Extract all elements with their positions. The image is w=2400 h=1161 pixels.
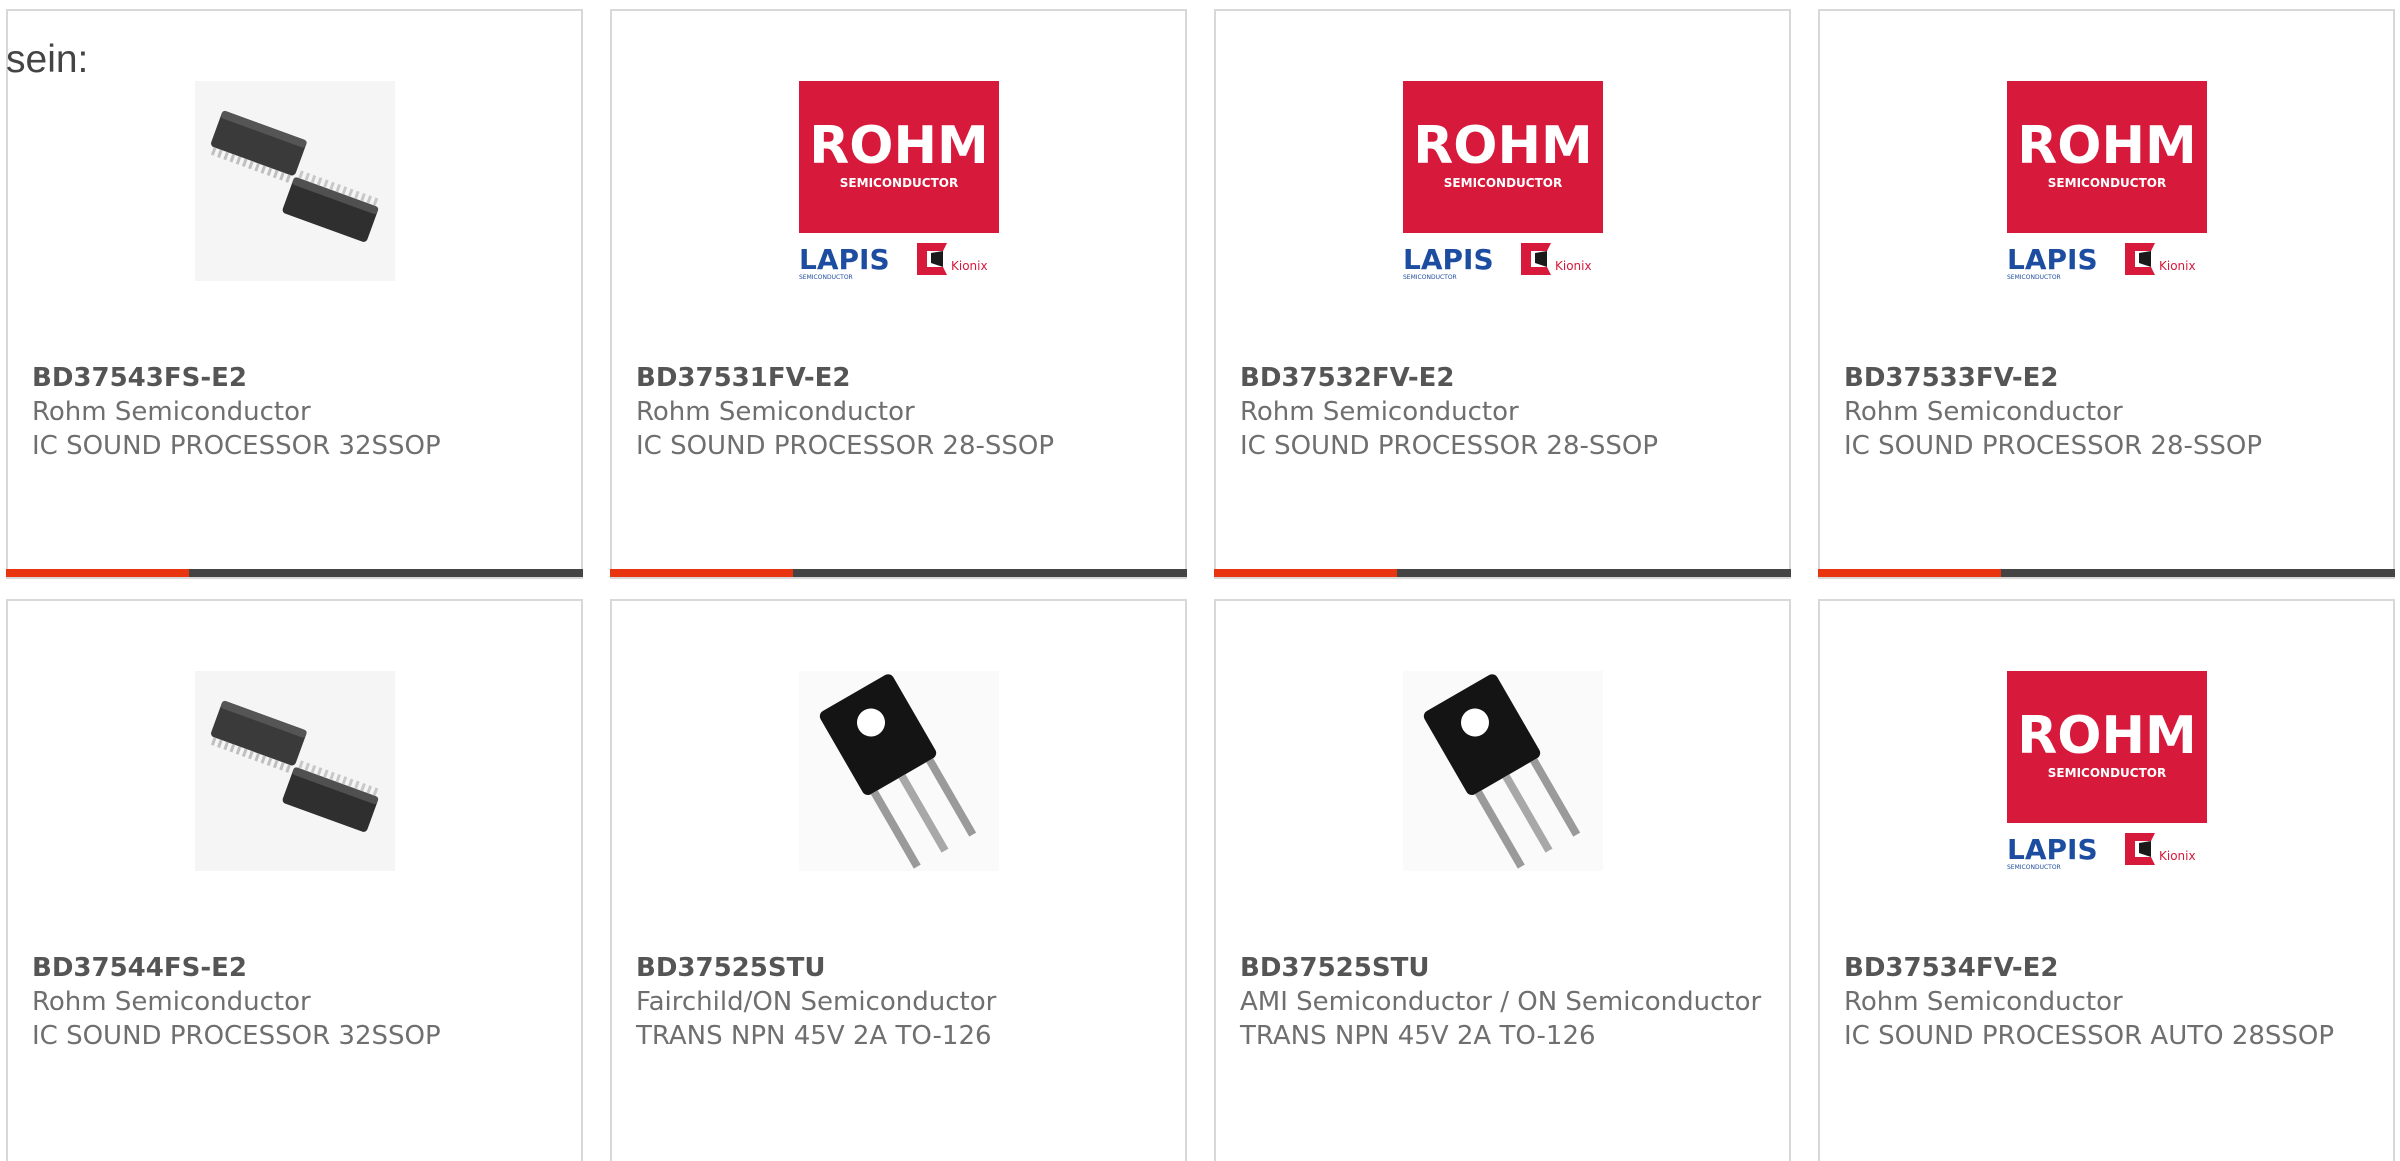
svg-text:Kionix: Kionix — [1555, 259, 1592, 273]
product-info: BD37534FV-E2 Rohm Semiconductor IC SOUND… — [1844, 951, 2373, 1053]
manufacturer: Fairchild/ON Semiconductor — [636, 987, 997, 1017]
card-bar-accent — [1818, 569, 2001, 577]
card-bar — [1214, 569, 1791, 577]
card-bar-accent — [6, 569, 189, 577]
svg-text:LAPIS: LAPIS — [2007, 833, 2098, 866]
part-number[interactable]: BD37543FS-E2 — [32, 361, 561, 395]
card-bar-accent — [1214, 569, 1397, 577]
product-card[interactable]: BD37525STU Fairchild/ON Semiconductor TR… — [610, 599, 1187, 1161]
svg-text:SEMICONDUCTOR: SEMICONDUCTOR — [1443, 176, 1561, 190]
manufacturer: Rohm Semiconductor — [32, 987, 311, 1017]
product-card[interactable]: ROHM SEMICONDUCTOR LAPIS SEMICONDUCTOR K… — [610, 9, 1187, 579]
manufacturer: Rohm Semiconductor — [636, 397, 915, 427]
product-info: BD37543FS-E2 Rohm Semiconductor IC SOUND… — [32, 361, 561, 463]
description: IC SOUND PROCESSOR 28-SSOP — [636, 431, 1055, 461]
product-info: BD37544FS-E2 Rohm Semiconductor IC SOUND… — [32, 951, 561, 1053]
description: IC SOUND PROCESSOR AUTO 28SSOP — [1844, 1021, 2335, 1051]
rohm-logo: ROHM SEMICONDUCTOR LAPIS SEMICONDUCTOR K… — [2006, 81, 2207, 281]
svg-text:SEMICONDUCTOR: SEMICONDUCTOR — [1403, 274, 1457, 281]
svg-text:LAPIS: LAPIS — [799, 243, 890, 276]
product-card[interactable]: BD37544FS-E2 Rohm Semiconductor IC SOUND… — [6, 599, 583, 1161]
ssop-chip-icon — [194, 671, 395, 871]
description: TRANS NPN 45V 2A TO-126 — [636, 1021, 992, 1051]
intro-text: sein: — [6, 38, 89, 81]
manufacturer: Rohm Semiconductor — [1240, 397, 1519, 427]
rohm-logo: ROHM SEMICONDUCTOR LAPIS SEMICONDUCTOR K… — [2006, 671, 2207, 871]
rohm-logo: ROHM SEMICONDUCTOR LAPIS SEMICONDUCTOR K… — [1402, 81, 1603, 281]
svg-text:Kionix: Kionix — [2159, 849, 2196, 863]
part-number[interactable]: BD37525STU — [1240, 951, 1769, 985]
svg-text:SEMICONDUCTOR: SEMICONDUCTOR — [2007, 274, 2061, 281]
description: TRANS NPN 45V 2A TO-126 — [1240, 1021, 1596, 1051]
manufacturer: AMI Semiconductor / ON Semiconductor — [1240, 987, 1762, 1017]
description: IC SOUND PROCESSOR 28-SSOP — [1844, 431, 2263, 461]
product-info: BD37525STU AMI Semiconductor / ON Semico… — [1240, 951, 1769, 1053]
description: IC SOUND PROCESSOR 32SSOP — [32, 1021, 441, 1051]
manufacturer: Rohm Semiconductor — [1844, 987, 2123, 1017]
svg-text:ROHM: ROHM — [809, 116, 989, 176]
svg-text:SEMICONDUCTOR: SEMICONDUCTOR — [2047, 766, 2165, 780]
product-card[interactable]: BD37525STU AMI Semiconductor / ON Semico… — [1214, 599, 1791, 1161]
product-card[interactable]: ROHM SEMICONDUCTOR LAPIS SEMICONDUCTOR K… — [1818, 599, 2395, 1161]
product-card[interactable]: ROHM SEMICONDUCTOR LAPIS SEMICONDUCTOR K… — [1214, 9, 1791, 579]
part-number[interactable]: BD37534FV-E2 — [1844, 951, 2373, 985]
svg-text:SEMICONDUCTOR: SEMICONDUCTOR — [839, 176, 957, 190]
product-info: BD37532FV-E2 Rohm Semiconductor IC SOUND… — [1240, 361, 1769, 463]
card-bar-accent — [610, 569, 793, 577]
svg-text:Kionix: Kionix — [951, 259, 988, 273]
svg-text:ROHM: ROHM — [1413, 116, 1593, 176]
svg-text:LAPIS: LAPIS — [2007, 243, 2098, 276]
manufacturer: Rohm Semiconductor — [32, 397, 311, 427]
svg-text:ROHM: ROHM — [2017, 116, 2197, 176]
rohm-logo: ROHM SEMICONDUCTOR LAPIS SEMICONDUCTOR K… — [798, 81, 999, 281]
product-info: BD37533FV-E2 Rohm Semiconductor IC SOUND… — [1844, 361, 2373, 463]
svg-text:LAPIS: LAPIS — [1403, 243, 1494, 276]
product-card[interactable]: ROHM SEMICONDUCTOR LAPIS SEMICONDUCTOR K… — [1818, 9, 2395, 579]
ssop-chip-icon — [194, 81, 395, 281]
part-number[interactable]: BD37533FV-E2 — [1844, 361, 2373, 395]
svg-text:SEMICONDUCTOR: SEMICONDUCTOR — [2007, 864, 2061, 871]
product-card[interactable]: BD37543FS-E2 Rohm Semiconductor IC SOUND… — [6, 9, 583, 579]
part-number[interactable]: BD37544FS-E2 — [32, 951, 561, 985]
to126-transistor-icon — [798, 671, 999, 871]
svg-text:ROHM: ROHM — [2017, 706, 2197, 766]
product-grid-page: sein: BD37543FS-E2 Rohm Semiconductor IC… — [0, 0, 2400, 1161]
to126-transistor-icon — [1402, 671, 1603, 871]
svg-text:SEMICONDUCTOR: SEMICONDUCTOR — [2047, 176, 2165, 190]
manufacturer: Rohm Semiconductor — [1844, 397, 2123, 427]
card-bar — [1818, 569, 2395, 577]
part-number[interactable]: BD37525STU — [636, 951, 1165, 985]
description: IC SOUND PROCESSOR 32SSOP — [32, 431, 441, 461]
description: IC SOUND PROCESSOR 28-SSOP — [1240, 431, 1659, 461]
card-bar — [6, 569, 583, 577]
part-number[interactable]: BD37532FV-E2 — [1240, 361, 1769, 395]
part-number[interactable]: BD37531FV-E2 — [636, 361, 1165, 395]
product-info: BD37531FV-E2 Rohm Semiconductor IC SOUND… — [636, 361, 1165, 463]
product-info: BD37525STU Fairchild/ON Semiconductor TR… — [636, 951, 1165, 1053]
svg-text:Kionix: Kionix — [2159, 259, 2196, 273]
card-bar — [610, 569, 1187, 577]
svg-text:SEMICONDUCTOR: SEMICONDUCTOR — [799, 274, 853, 281]
